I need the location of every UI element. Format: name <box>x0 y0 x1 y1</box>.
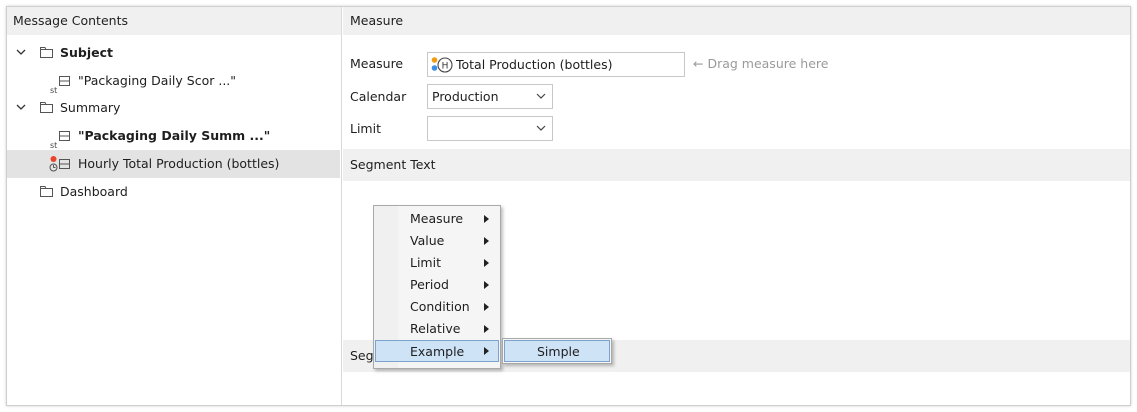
submenu-arrow-icon <box>484 303 489 311</box>
segment-icon <box>59 131 70 141</box>
chevron-down-icon[interactable] <box>16 94 28 122</box>
message-editor-window: Message Contents Subject st "Packaging D… <box>6 6 1131 406</box>
segment-icon <box>59 159 70 169</box>
tree-item-label: Dashboard <box>60 184 128 199</box>
menu-item-value[interactable]: Value <box>375 230 499 252</box>
measure-section-header: Measure <box>343 7 1130 35</box>
folder-icon <box>40 186 53 197</box>
tree-item-label: "Packaging Daily Scor ..." <box>78 73 237 88</box>
tree-item-dashboard[interactable]: Dashboard <box>7 178 340 206</box>
drag-measure-hint: ← Drag measure here <box>693 56 829 71</box>
measure-field-label: Measure <box>350 56 404 71</box>
limit-field-label: Limit <box>350 121 381 136</box>
menu-item-label: Period <box>410 277 449 292</box>
submenu-arrow-icon <box>484 347 489 355</box>
tree-item-hourly-total-production[interactable]: Hourly Total Production (bottles) <box>7 150 340 178</box>
menu-item-label: Relative <box>410 321 461 336</box>
menu-item-label: Example <box>410 344 465 359</box>
menu-item-label: Value <box>410 233 445 248</box>
measure-drop-field[interactable]: H Total Production (bottles) <box>427 52 685 77</box>
submenu-arrow-icon <box>484 237 489 245</box>
menu-item-condition[interactable]: Condition <box>375 296 499 318</box>
insert-context-menu: Measure Value Limit Period Condition Rel… <box>373 205 501 369</box>
menu-item-example[interactable]: Example <box>375 340 499 362</box>
submenu-arrow-icon <box>484 325 489 333</box>
folder-icon <box>40 102 53 113</box>
chevron-down-icon[interactable] <box>16 39 28 67</box>
submenu-arrow-icon <box>484 215 489 223</box>
message-contents-panel: Message Contents Subject st "Packaging D… <box>7 7 342 405</box>
menu-item-measure[interactable]: Measure <box>375 208 499 230</box>
tree-item-label: Hourly Total Production (bottles) <box>78 156 280 171</box>
segment-icon <box>59 76 70 86</box>
calendar-field-label: Calendar <box>350 89 407 104</box>
tree-item-subject[interactable]: Subject <box>7 39 340 67</box>
example-submenu: Simple <box>502 338 612 364</box>
calendar-value: Production <box>432 89 499 104</box>
message-contents-header: Message Contents <box>7 7 341 35</box>
tree-item-subject-text[interactable]: st "Packaging Daily Scor ..." <box>7 67 340 95</box>
menu-item-period[interactable]: Period <box>375 274 499 296</box>
tree-item-label: Summary <box>60 100 121 115</box>
limit-select[interactable] <box>427 116 553 141</box>
segment-text-section-header: Segment Text <box>343 149 1130 181</box>
measure-icon: H <box>431 57 453 73</box>
chevron-down-icon <box>536 125 546 131</box>
menu-item-label: Limit <box>410 255 441 270</box>
calendar-select[interactable]: Production <box>427 84 553 109</box>
tree-item-summary-text[interactable]: st "Packaging Daily Summ ..." <box>7 122 340 150</box>
tree-item-label: "Packaging Daily Summ ..." <box>78 128 271 143</box>
menu-item-label: Measure <box>410 211 464 226</box>
menu-item-limit[interactable]: Limit <box>375 252 499 274</box>
tree-item-summary[interactable]: Summary <box>7 94 340 122</box>
submenu-arrow-icon <box>484 259 489 267</box>
menu-item-label: Condition <box>410 299 470 314</box>
chevron-down-icon <box>536 93 546 99</box>
menu-item-label: Simple <box>537 344 580 359</box>
alarm-measure-icon <box>49 156 58 172</box>
folder-icon <box>40 47 53 58</box>
submenu-arrow-icon <box>484 281 489 289</box>
menu-item-relative[interactable]: Relative <box>375 318 499 340</box>
tree-item-label: Subject <box>60 45 113 60</box>
menu-item-simple[interactable]: Simple <box>504 340 610 362</box>
svg-text:H: H <box>442 62 449 72</box>
measure-value: Total Production (bottles) <box>456 57 613 72</box>
